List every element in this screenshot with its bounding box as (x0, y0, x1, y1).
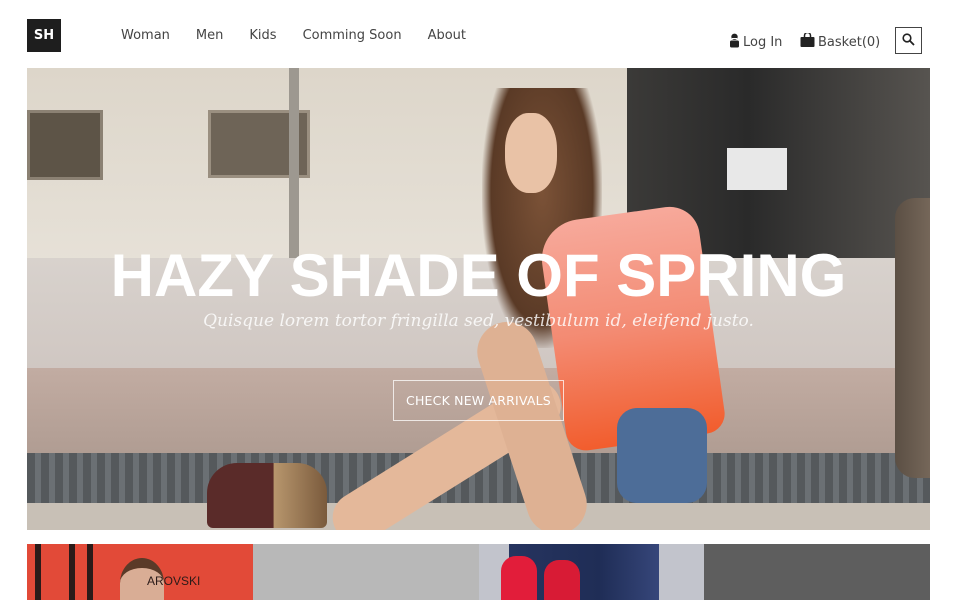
hero-title: HAZY SHADE OF SPRING (110, 242, 847, 309)
model-shorts (617, 408, 707, 503)
search-button[interactable] (895, 27, 922, 54)
nav-item-kids[interactable]: Kids (249, 28, 276, 43)
hero-pole (289, 68, 299, 268)
tile-stripe (35, 544, 41, 600)
tile-red-shoes[interactable] (478, 544, 705, 600)
hero-sign (727, 148, 787, 190)
search-icon (902, 32, 915, 49)
category-tiles: AROVSKI (27, 544, 930, 600)
hero-subtitle: Quisque lorem tortor fringilla sed, vest… (203, 311, 754, 331)
nav-item-about[interactable]: About (428, 28, 466, 43)
tile-brand-text: AROVSKI (147, 574, 201, 588)
tile-shoe (543, 560, 580, 600)
model-face (505, 113, 557, 193)
main-nav: Woman Men Kids Comming Soon About (121, 28, 466, 43)
hero-banner: HAZY SHADE OF SPRING Quisque lorem torto… (27, 68, 930, 530)
nav-item-coming-soon[interactable]: Comming Soon (303, 28, 402, 43)
hero-curb (27, 503, 930, 530)
tile-red-carpet[interactable]: AROVSKI (27, 544, 253, 600)
nav-item-men[interactable]: Men (196, 28, 223, 43)
tile-gray[interactable] (252, 544, 479, 600)
user-icon (729, 33, 740, 52)
tile-dark-gray[interactable] (704, 544, 930, 600)
hero-window (27, 110, 103, 180)
site-header: SH Woman Men Kids Comming Soon About Log… (0, 0, 954, 68)
tile-shoe (500, 556, 537, 600)
hero-tree (895, 198, 930, 478)
basket-label: Basket(0) (818, 34, 881, 50)
check-new-arrivals-button[interactable]: CHECK NEW ARRIVALS (393, 380, 564, 421)
basket-link[interactable]: Basket(0) (800, 31, 954, 51)
shopping-bag-icon (800, 31, 815, 51)
logo[interactable]: SH (27, 19, 61, 52)
nav-item-woman[interactable]: Woman (121, 28, 170, 43)
tile-stripe (87, 544, 93, 600)
model-boot (207, 463, 327, 528)
login-label: Log In (743, 35, 783, 50)
tile-stripe (69, 544, 75, 600)
